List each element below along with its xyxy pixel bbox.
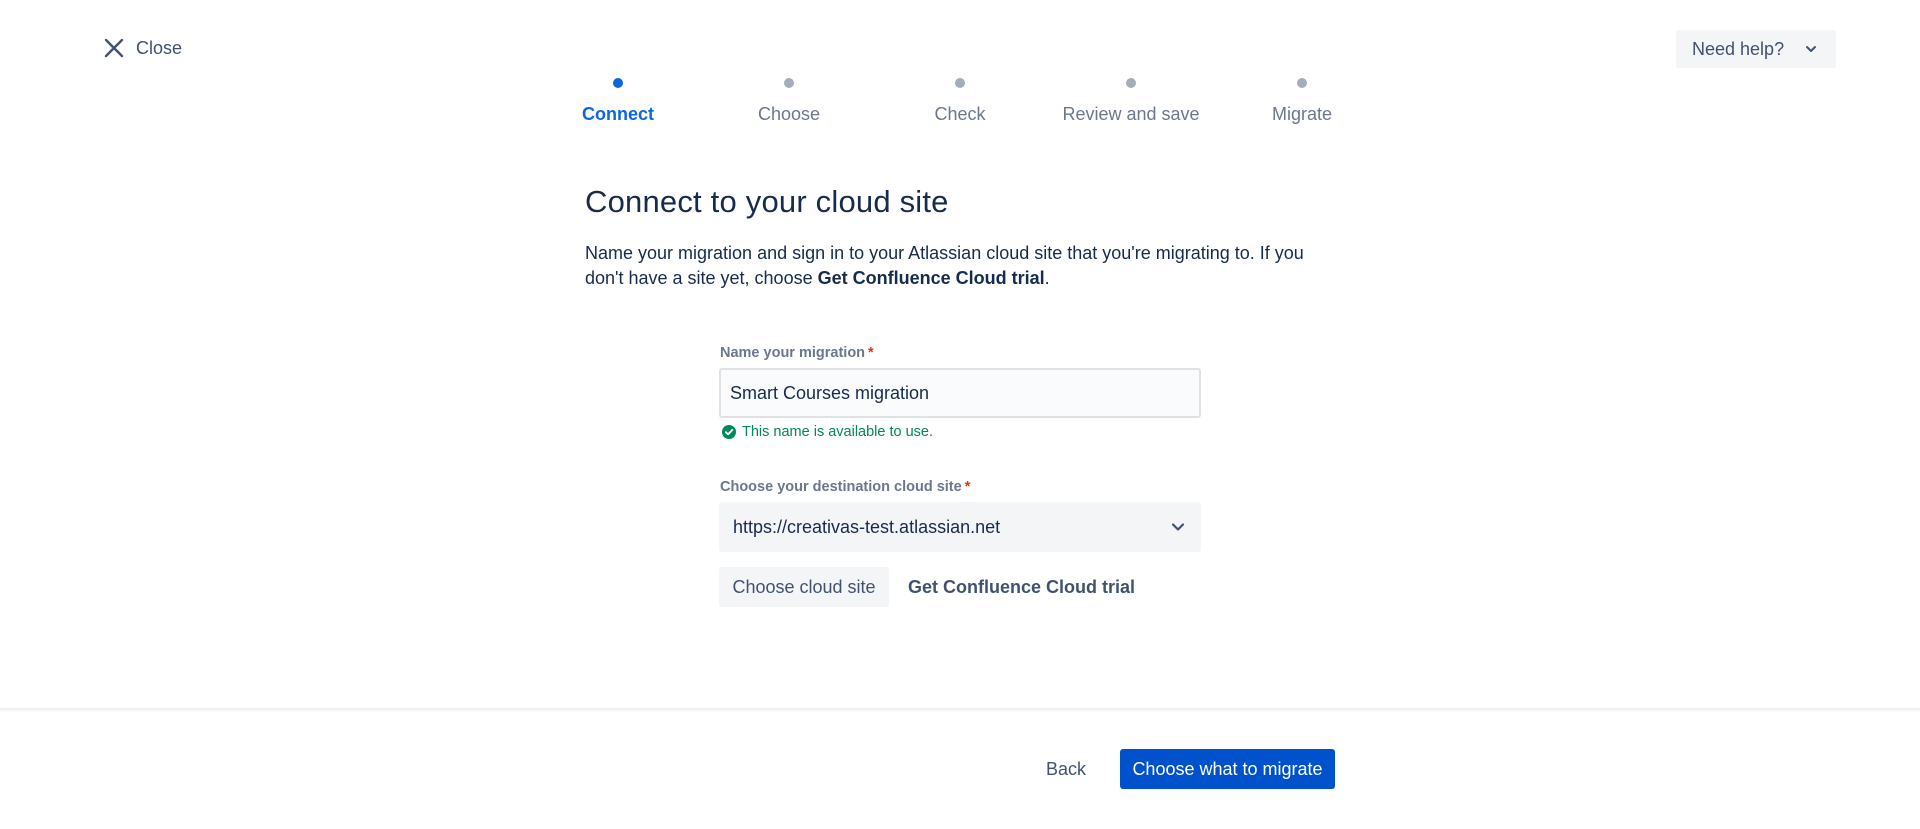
back-button[interactable]: Back	[1040, 749, 1092, 789]
progress-stepper: Connect Choose Check Review and save Mig…	[0, 76, 1920, 136]
step-label: Connect	[582, 104, 654, 124]
step-label: Check	[934, 104, 986, 124]
destination-site-select[interactable]: https://creativas-test.atlassian.net	[719, 502, 1201, 552]
migration-name-input[interactable]	[719, 368, 1201, 418]
step-dot	[784, 78, 794, 88]
selected-site-value: https://creativas-test.atlassian.net	[733, 516, 1001, 537]
choose-cloud-site-button[interactable]: Choose cloud site	[719, 567, 889, 607]
description-bold: Get Confluence Cloud trial	[817, 268, 1045, 288]
step-check: Check	[870, 76, 1050, 125]
step-label: Migrate	[1271, 104, 1333, 124]
step-dot	[955, 78, 965, 88]
chevron-down-icon	[1171, 523, 1185, 531]
required-mark: *	[868, 345, 874, 361]
page-title: Connect to your cloud site	[585, 184, 949, 219]
step-review-and-save: Review and save	[1041, 76, 1221, 125]
close-button[interactable]: Close	[102, 36, 182, 60]
choose-what-to-migrate-button[interactable]: Choose what to migrate	[1120, 749, 1335, 789]
field-label-text: Name your migration	[720, 345, 866, 361]
step-label: Review and save	[1062, 104, 1200, 124]
get-confluence-cloud-trial-link[interactable]: Get Confluence Cloud trial	[908, 577, 1135, 598]
check-circle-icon	[722, 425, 736, 439]
need-help-label: Need help?	[1692, 38, 1785, 59]
step-dot	[1297, 78, 1307, 88]
need-help-button[interactable]: Need help?	[1676, 30, 1836, 68]
name-valid-message: This name is available to use.	[722, 424, 933, 440]
step-migrate: Migrate	[1212, 76, 1392, 125]
step-label: Choose	[757, 104, 821, 124]
description-end: .	[1044, 268, 1050, 288]
page-description: Name your migration and sign in to your …	[585, 241, 1345, 291]
step-dot	[1126, 78, 1136, 88]
step-choose: Choose	[699, 76, 879, 125]
destination-site-label: Choose your destination cloud site *	[720, 479, 970, 495]
close-label: Close	[136, 37, 183, 58]
chevron-down-icon	[1806, 46, 1817, 52]
step-dot	[613, 78, 623, 88]
field-label-text: Choose your destination cloud site	[720, 479, 962, 495]
valid-message-text: This name is available to use.	[742, 424, 934, 440]
footer-divider	[0, 708, 1920, 712]
step-connect: Connect	[528, 76, 708, 125]
migration-name-label: Name your migration *	[720, 345, 874, 361]
close-icon	[104, 38, 124, 58]
required-mark: *	[964, 479, 971, 495]
